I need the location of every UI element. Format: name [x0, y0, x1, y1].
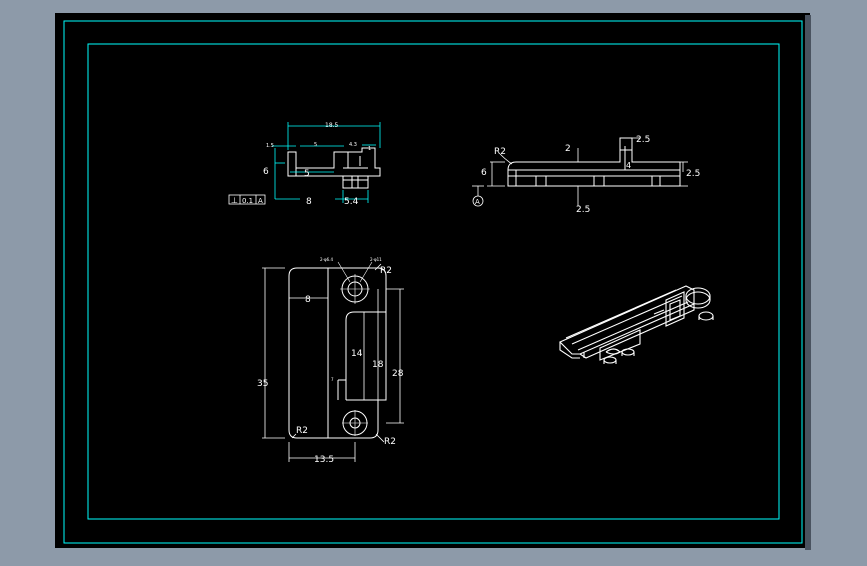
gdt-datum: A	[258, 197, 263, 205]
tl-dim-1: 1.5	[266, 143, 274, 149]
front-hole-callout-right: 2-φ11	[370, 257, 382, 262]
front-hole-callout-left: 2-φ6.4	[320, 257, 333, 262]
tl-small-0: 4.3	[349, 142, 357, 148]
tl-dim-5: 8	[306, 197, 312, 207]
front-dim-14: 14	[351, 349, 363, 359]
tr-dim-2-5-bottom: 2.5	[576, 205, 590, 215]
front-r2-top: R2	[380, 266, 392, 276]
drawing-sheet	[55, 13, 810, 548]
tl-dim-0: 18.5	[325, 122, 339, 129]
tr-dim-6: 6	[481, 168, 487, 178]
tr-dim-r2: R2	[494, 147, 506, 157]
tr-dim-2-5-top: 2.5	[636, 135, 650, 145]
tl-small-1: 1	[368, 146, 371, 152]
front-dim-28: 28	[392, 369, 404, 379]
gdt-frame: ⊥ 0.1 A	[228, 194, 266, 205]
tr-dim-2: 2	[565, 144, 571, 154]
datum-label: A	[475, 198, 480, 206]
tl-dim-2: 5	[314, 142, 317, 148]
front-dim-35: 35	[257, 379, 268, 389]
front-r2-bottom-left: R2	[296, 426, 308, 436]
tr-dim-4: 4	[626, 161, 631, 170]
front-dim-8: 8	[305, 295, 311, 305]
front-dim-18: 18	[372, 360, 384, 370]
gdt-symbol: ⊥	[231, 196, 238, 205]
tl-dim-4: 5	[304, 169, 310, 179]
tl-dim-3: 6	[263, 167, 269, 177]
front-r2-bottom-right: R2	[384, 437, 396, 447]
front-dim-13-5: 13.5	[314, 455, 334, 465]
cad-viewport: 18.5 1.5 5 4.3 1 6 5 8 5.4 ⊥ 0.1 A R2 2 …	[0, 0, 867, 562]
tr-dim-2-5-right: 2.5	[686, 169, 700, 179]
tl-dim-6: 5.4	[344, 197, 359, 207]
sheet-shadow-right	[805, 15, 811, 550]
gdt-tolerance: 0.1	[242, 197, 253, 205]
